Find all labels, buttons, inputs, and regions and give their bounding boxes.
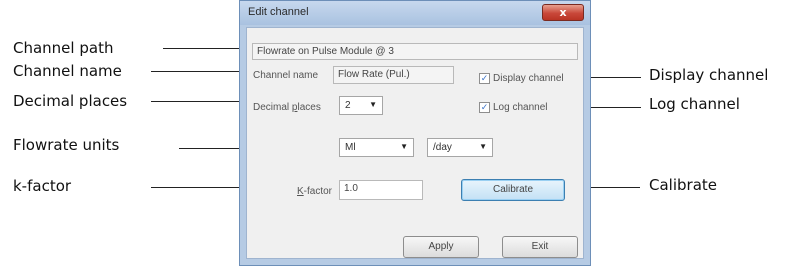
leader-line <box>151 101 245 102</box>
time-unit-value: /day <box>433 142 452 153</box>
close-icon: x <box>559 6 567 19</box>
check-mark-icon: ✓ <box>480 73 489 83</box>
calibrate-button[interactable]: Calibrate <box>461 179 565 201</box>
decimal-places-value: 2 <box>345 100 351 111</box>
k-factor-value: 1.0 <box>344 183 358 194</box>
k-factor-input[interactable]: 1.0 <box>339 180 423 200</box>
channel-name-label: Channel name <box>253 70 319 81</box>
channel-name-field[interactable]: Flow Rate (Pul.) <box>333 66 454 84</box>
decimal-places-label: Decimal places <box>253 102 321 113</box>
check-mark-icon: ✓ <box>480 102 489 112</box>
chevron-down-icon: ▼ <box>369 100 377 109</box>
time-unit-select[interactable]: /day ▼ <box>427 138 493 157</box>
chevron-down-icon: ▼ <box>479 142 487 151</box>
callout-display-channel: Display channel <box>649 66 769 84</box>
exit-button[interactable]: Exit <box>502 236 578 258</box>
leader-line <box>585 77 641 78</box>
apply-button[interactable]: Apply <box>403 236 479 258</box>
leader-line <box>151 71 245 72</box>
callout-channel-name: Channel name <box>13 62 122 80</box>
edit-channel-dialog: Edit channel x Flowrate on Pulse Module … <box>239 0 591 266</box>
leader-line <box>585 107 641 108</box>
leader-line <box>163 48 245 49</box>
callout-channel-path: Channel path <box>13 39 114 57</box>
flow-unit-value: Ml <box>345 142 356 153</box>
callout-k-factor: k-factor <box>13 177 72 195</box>
decimal-places-select[interactable]: 2 ▼ <box>339 96 383 115</box>
chevron-down-icon: ▼ <box>400 142 408 151</box>
log-channel-checkbox[interactable]: ✓ <box>479 102 490 113</box>
channel-path-field: Flowrate on Pulse Module @ 3 <box>252 43 578 60</box>
channel-path-value: Flowrate on Pulse Module @ 3 <box>257 46 394 57</box>
callout-flowrate-units: Flowrate units <box>13 136 120 154</box>
callout-calibrate: Calibrate <box>649 176 717 194</box>
dialog-title: Edit channel <box>248 6 309 18</box>
dialog-client-area: Flowrate on Pulse Module @ 3 Channel nam… <box>246 27 584 259</box>
callout-decimal-places: Decimal places <box>13 92 128 110</box>
channel-name-value: Flow Rate (Pul.) <box>338 69 410 80</box>
title-bar[interactable]: Edit channel x <box>240 1 590 25</box>
display-channel-checkbox[interactable]: ✓ <box>479 73 490 84</box>
close-button[interactable]: x <box>542 4 584 21</box>
k-factor-label: K-factor <box>297 186 333 197</box>
flow-unit-select[interactable]: Ml ▼ <box>339 138 414 157</box>
log-channel-label[interactable]: Log channel <box>493 102 548 113</box>
display-channel-label[interactable]: Display channel <box>493 73 564 84</box>
callout-log-channel: Log channel <box>649 95 740 113</box>
